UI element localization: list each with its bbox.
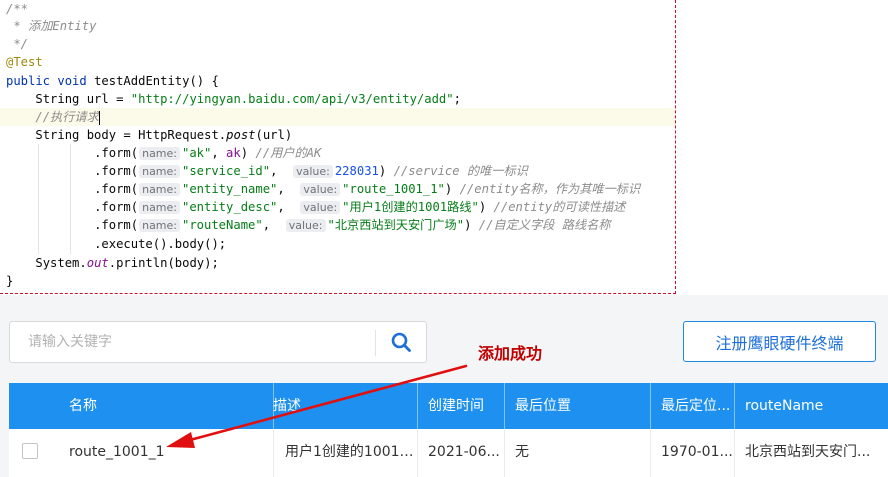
code-line: .form(name: "ak", ak) //用户的AK [94, 146, 322, 160]
code-line: .form(name: "routeName", value: "北京西站到天安门广… [94, 218, 611, 232]
param-hint: value: [300, 183, 341, 196]
code-line: System.out.println(body); [35, 256, 219, 270]
table-header: 名称 描述 创建时间 最后位置 最后定位... routeName [9, 383, 888, 429]
column-header-desc[interactable]: 描述 [263, 383, 417, 429]
code-line: String body = HttpRequest.post(url) [35, 128, 293, 142]
param-hint: name: [139, 183, 180, 196]
cell-last-located: 1970-01... [661, 444, 733, 460]
code-line: /** [6, 2, 29, 16]
cell-last-position: 无 [515, 444, 529, 460]
register-terminal-button[interactable]: 注册鹰眼硬件终端 [683, 321, 876, 362]
column-header-routename[interactable]: routeName [735, 383, 888, 429]
cell-created: 2021-06... [428, 444, 500, 460]
column-divider [273, 429, 274, 477]
cell-routename: 北京西站到天安门... [745, 444, 871, 460]
column-header-last-located[interactable]: 最后定位... [651, 383, 734, 429]
text-caret [98, 110, 100, 125]
param-hint: value: [293, 165, 333, 178]
code-line: .form(name: "entity_desc", value: "用户1创建的1… [94, 200, 626, 214]
code-line: public void testAddEntity() { [6, 74, 219, 88]
param-hint: name: [139, 201, 180, 214]
code-line: * 添加Entity [6, 19, 97, 33]
code-editor[interactable]: /** * 添加Entity */ @Test public void test… [0, 0, 676, 294]
code-line-current: //执行请求 [0, 108, 675, 126]
code-line: .form(name: "entity_name", value: "route_1… [94, 182, 641, 196]
search-input[interactable] [10, 322, 374, 362]
param-hint: value: [300, 201, 341, 214]
param-hint: name: [139, 219, 180, 232]
param-hint: name: [139, 165, 180, 178]
table-row[interactable]: route_1001_1 用户1创建的1001路线 2021-06... 无 1… [9, 429, 888, 477]
annotation-label: 添加成功 [478, 344, 543, 363]
code-line: @Test [6, 55, 43, 69]
checkbox-icon[interactable] [22, 443, 38, 459]
param-hint: value: [285, 219, 326, 232]
search-bar [9, 321, 427, 363]
column-header-last-position[interactable]: 最后位置 [505, 383, 650, 429]
cell-desc: 用户1创建的1001路线 [285, 444, 417, 460]
code-line: */ [6, 37, 29, 51]
column-header-name[interactable]: 名称 [59, 383, 273, 429]
code-line: .execute().body(); [94, 237, 227, 251]
param-hint: name: [139, 147, 180, 160]
search-button[interactable] [376, 322, 426, 362]
search-icon [391, 332, 411, 352]
column-header-created[interactable]: 创建时间 [418, 383, 504, 429]
cell-name: route_1001_1 [69, 444, 165, 460]
code-line: } [6, 274, 14, 288]
code-line: .form(name: "service_id", value: 228031) /… [94, 164, 528, 178]
code-line: String url = "http://yingyan.baidu.com/a… [35, 92, 461, 106]
